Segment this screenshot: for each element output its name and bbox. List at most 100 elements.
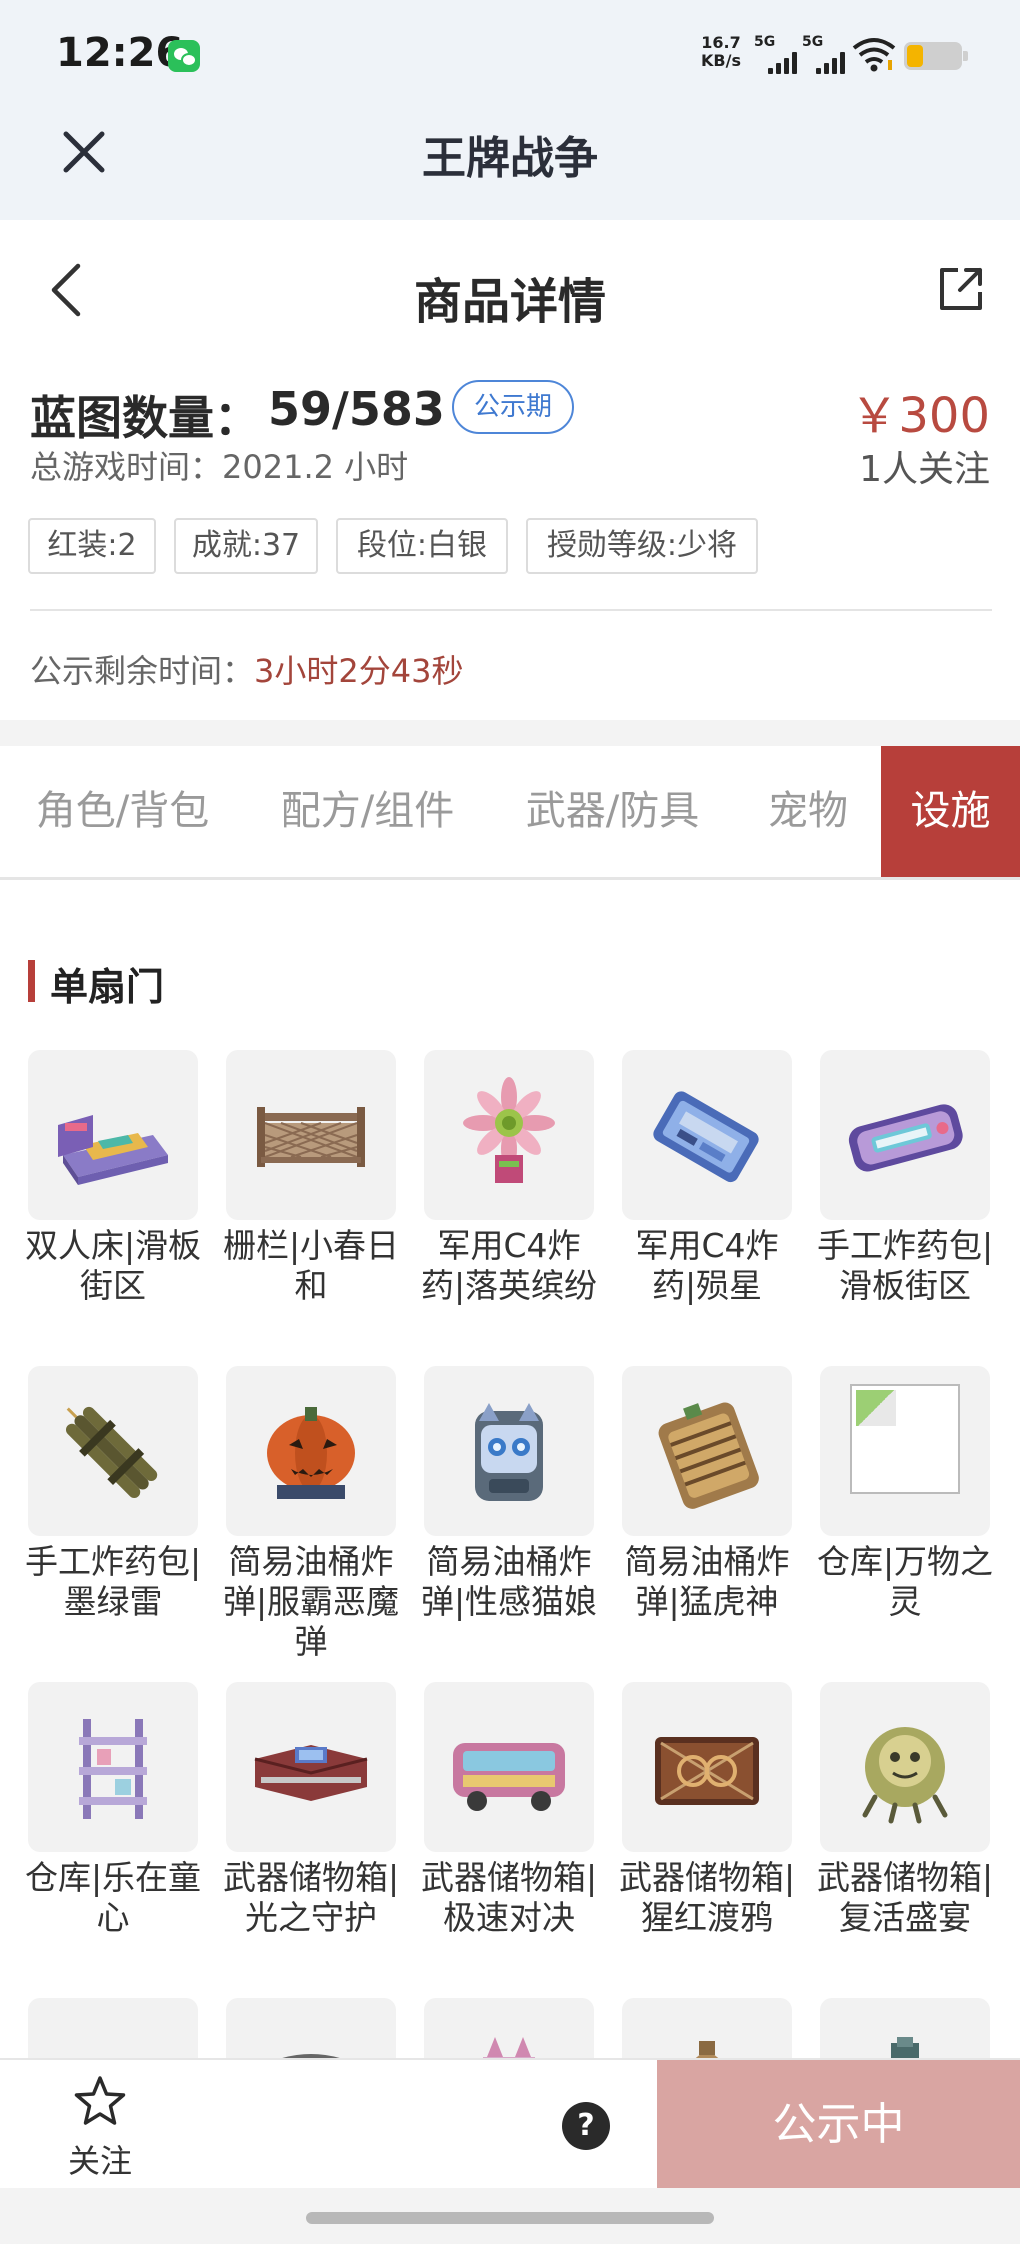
item-card[interactable]: 简易油桶炸弹|猛虎神	[622, 1366, 792, 1666]
item-image	[226, 1366, 396, 1536]
item-card[interactable]: 军用C4炸药|落英缤纷	[421, 1050, 597, 1350]
item-image	[28, 1682, 198, 1852]
item-name: 仓库|乐在童心	[24, 1858, 202, 1937]
storage-shelf-icon	[79, 1719, 147, 1819]
item-card[interactable]	[622, 1998, 792, 2058]
section-gap	[0, 720, 1020, 746]
divider	[30, 609, 992, 611]
item-image	[226, 1682, 396, 1852]
star-icon	[74, 2076, 126, 2125]
weapon-crate-icon	[254, 1745, 368, 1801]
net-speed-unit: KB/s	[701, 51, 741, 70]
item-name: 简易油桶炸弹|猛虎神	[624, 1542, 790, 1621]
item-name: 武器储物箱|光之守护	[222, 1858, 400, 1937]
item-card[interactable]: 手工炸药包|墨绿雷	[25, 1366, 201, 1666]
item-card[interactable]: 武器储物箱|复活盛宴	[817, 1682, 993, 1982]
item-thumbnail	[483, 2037, 535, 2058]
item-image	[622, 1050, 792, 1220]
fence-icon	[257, 1107, 365, 1167]
broken-image-icon	[850, 1384, 960, 1494]
playtime: 总游戏时间：2021.2 小时	[30, 448, 409, 486]
tiger-bomb-icon	[658, 1402, 759, 1509]
flower-bomb-icon	[463, 1077, 555, 1183]
item-card[interactable]	[28, 1998, 198, 2058]
tab-facilities[interactable]: 设施	[881, 746, 1020, 877]
item-card[interactable]: 手工炸药包|滑板街区	[817, 1050, 993, 1350]
net-speed-value: 16.7	[701, 33, 741, 52]
item-image	[622, 1682, 792, 1852]
item-card[interactable]: 武器储物箱|光之守护	[223, 1682, 399, 1982]
dynamite-bundle-icon	[65, 1406, 158, 1499]
status-badge: 公示期	[452, 380, 575, 434]
item-name: 简易油桶炸弹|服霸恶魔弹	[222, 1542, 400, 1661]
item-card[interactable]: 军用C4炸药|殒星	[622, 1050, 792, 1350]
bed-icon	[58, 1115, 168, 1185]
item-card[interactable]: 双人床|滑板街区	[25, 1050, 201, 1350]
follower-count: 1人关注	[859, 449, 990, 490]
item-name: 简易油桶炸弹|性感猫娘	[420, 1542, 598, 1621]
item-card[interactable]: 仓库|乐在童心	[25, 1682, 201, 1982]
item-card[interactable]: 武器储物箱|猩红渡鸦	[619, 1682, 795, 1982]
item-image	[820, 1366, 990, 1536]
battery-icon	[904, 42, 968, 70]
crimson-crate-icon	[655, 1737, 759, 1805]
item-name: 手工炸药包|滑板街区	[816, 1226, 994, 1305]
signal-icon: 5G	[754, 34, 800, 74]
c4-explosive-icon	[653, 1091, 759, 1183]
item-name: 仓库|万物之灵	[816, 1542, 994, 1621]
item-name: 手工炸药包|墨绿雷	[24, 1542, 202, 1621]
item-image	[424, 1050, 594, 1220]
item-thumbnail	[695, 2041, 719, 2058]
item-image	[226, 1998, 396, 2058]
item-image	[424, 1998, 594, 2058]
follow-button[interactable]: 关注	[50, 2074, 150, 2184]
item-card[interactable]	[226, 1998, 396, 2058]
item-image	[28, 1050, 198, 1220]
item-image	[622, 1998, 792, 2058]
tag-chip: 成就:37	[174, 518, 318, 574]
tag-chip: 红装:2	[28, 518, 156, 574]
tab-recipes-components[interactable]: 配方/组件	[245, 746, 490, 877]
home-indicator[interactable]	[306, 2212, 714, 2224]
tag-chip: 授勋等级:少将	[526, 518, 758, 574]
item-card[interactable]	[424, 1998, 594, 2058]
feast-crate-icon	[862, 1727, 948, 1824]
signal-label: 5G	[754, 34, 776, 50]
net-speed: 16.7 KB/s	[696, 34, 746, 70]
item-card[interactable]: 仓库|万物之灵	[817, 1366, 993, 1666]
countdown: 公示剩余时间：3小时2分43秒	[30, 646, 463, 692]
blueprint-label: 蓝图数量：	[30, 391, 260, 445]
status-bar: 12:26 16.7 KB/s 5G 5G	[0, 0, 1020, 110]
tab-pets[interactable]: 宠物	[735, 746, 881, 877]
item-thumbnail	[282, 2054, 340, 2058]
item-image	[424, 1682, 594, 1852]
van-crate-icon	[453, 1743, 565, 1811]
item-card[interactable]: 简易油桶炸弹|性感猫娘	[421, 1366, 597, 1666]
item-thumbnail	[891, 2037, 919, 2058]
item-name: 军用C4炸药|落英缤纷	[420, 1226, 598, 1305]
item-image	[226, 1050, 396, 1220]
page-header: 商品详情	[0, 220, 1020, 360]
help-icon[interactable]: ?	[562, 2102, 610, 2150]
item-card[interactable]: 简易油桶炸弹|服霸恶魔弹	[223, 1366, 399, 1666]
share-icon[interactable]	[936, 264, 986, 314]
item-name: 武器储物箱|复活盛宴	[816, 1858, 994, 1937]
item-card[interactable]	[820, 1998, 990, 2058]
section-title: 单扇门	[50, 965, 165, 1009]
pumpkin-bomb-icon	[267, 1407, 355, 1499]
item-image	[820, 1050, 990, 1220]
cat-bomb-icon	[475, 1403, 543, 1501]
item-image	[28, 1998, 198, 2058]
item-grid: 双人床|滑板街区 栅栏|小春日和 军用C4炸药|落英缤纷 军用C4炸药|殒星 手…	[0, 1040, 1020, 2058]
item-image	[622, 1366, 792, 1536]
item-card[interactable]: 武器储物箱|极速对决	[421, 1682, 597, 1982]
item-name: 双人床|滑板街区	[24, 1226, 202, 1305]
tab-weapons-armor[interactable]: 武器/防具	[490, 746, 735, 877]
price: ￥300	[850, 388, 990, 444]
signal-icon: 5G	[802, 34, 848, 74]
tab-characters-backpack[interactable]: 角色/背包	[0, 746, 245, 877]
public-notice-button[interactable]: 公示中	[657, 2060, 1020, 2190]
app-title-bar: 王牌战争	[0, 110, 1020, 220]
item-card[interactable]: 栅栏|小春日和	[223, 1050, 399, 1350]
wechat-icon	[168, 40, 200, 72]
